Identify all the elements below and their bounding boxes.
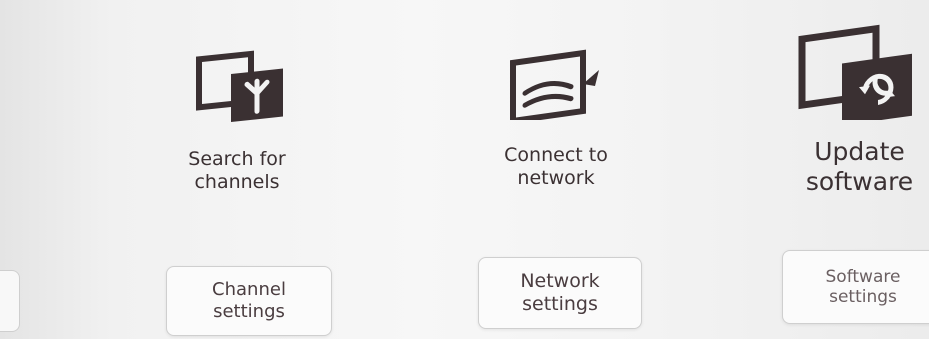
channel-settings-label-line1: Channel: [212, 279, 286, 301]
network-screen-icon[interactable]: [505, 40, 605, 125]
software-settings-label-line2: settings: [829, 287, 897, 307]
update-software-title-line1: Update: [814, 137, 905, 166]
search-channels-title: Search for channels: [172, 148, 302, 194]
channel-settings-button[interactable]: Channel settings: [166, 266, 332, 336]
tv-settings-screen: Search for channels Channel settings Con…: [0, 0, 929, 339]
update-software-title-line2: software: [805, 167, 914, 196]
channel-settings-label-line2: settings: [213, 301, 285, 322]
update-screen-icon[interactable]: [796, 12, 918, 126]
network-settings-label-line2: settings: [522, 293, 598, 315]
search-channels-title-line1: Search for: [188, 148, 286, 170]
connect-network-title: Connect to network: [486, 144, 626, 190]
search-channels-title-line2: channels: [194, 170, 280, 193]
network-settings-label-line1: Network: [520, 270, 600, 293]
update-software-title: Update software: [790, 137, 929, 197]
software-settings-label-line1: Software: [825, 266, 901, 287]
software-settings-button[interactable]: Software settings: [782, 250, 929, 324]
connect-network-title-line1: Connect to: [504, 144, 608, 166]
network-settings-button[interactable]: Network settings: [478, 257, 642, 329]
antenna-screen-icon[interactable]: [193, 48, 289, 128]
offscreen-settings-button[interactable]: [0, 270, 20, 332]
connect-network-title-line2: network: [517, 166, 595, 189]
